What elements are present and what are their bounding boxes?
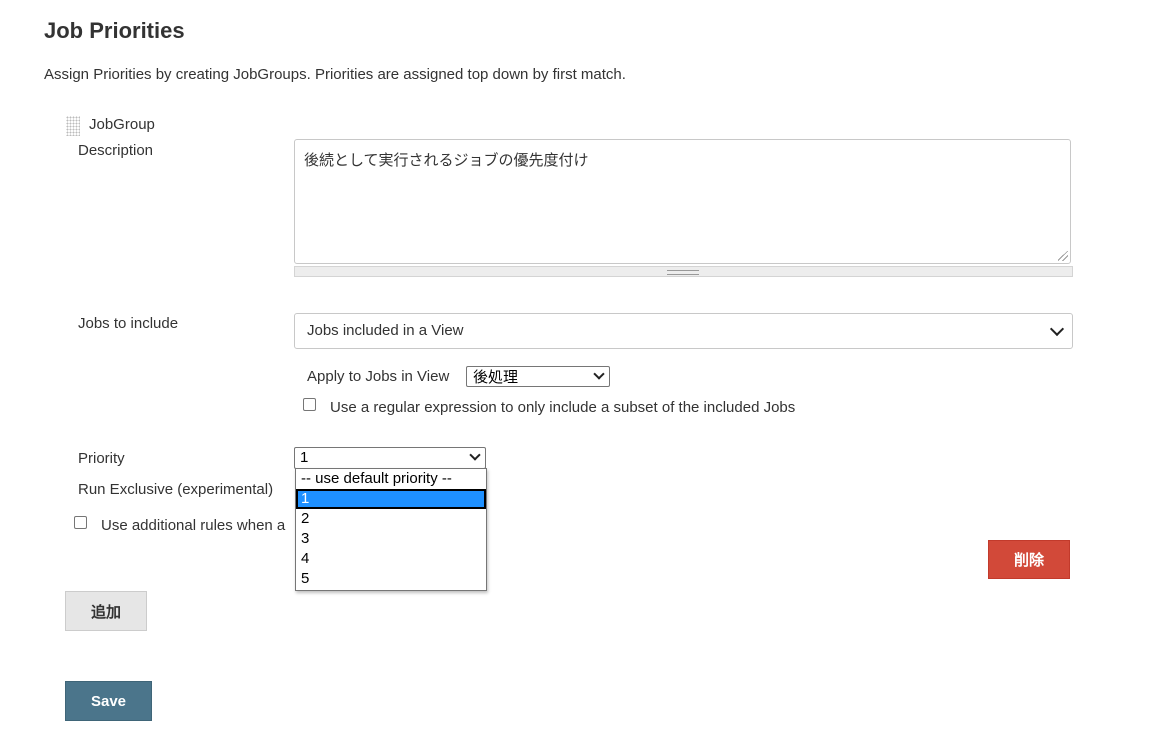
description-label: Description [78,142,154,159]
page-title: Job Priorities [44,18,185,43]
jobs-to-include-select[interactable]: Jobs included in a View [294,313,1073,349]
grip-lines-icon [667,270,699,275]
regex-checkbox[interactable] [303,398,316,411]
description-preview-bar[interactable] [294,266,1073,277]
run-exclusive-label: Run Exclusive (experimental) [78,481,274,498]
jobgroup-label: JobGroup [89,116,155,133]
page-subtitle: Assign Priorities by creating JobGroups.… [44,66,626,83]
priority-select[interactable]: 1 [294,447,486,469]
priority-option-selected[interactable]: 1 [296,489,486,509]
add-button[interactable]: 追加 [65,591,147,631]
drag-handle-icon[interactable] [66,116,80,136]
delete-button[interactable]: 削除 [988,540,1070,579]
priority-option[interactable]: 3 [296,529,486,549]
chevron-down-icon [469,449,481,461]
additional-rules-checkbox[interactable] [74,516,87,529]
regex-checkbox-label: Use a regular expression to only include… [330,399,796,416]
priority-label: Priority [78,450,125,467]
chevron-down-icon [593,368,605,380]
priority-option[interactable]: 4 [296,549,486,569]
view-select[interactable]: 後処理 [466,366,610,387]
priority-option[interactable]: 5 [296,569,486,589]
description-textarea[interactable]: 後続として実行されるジョブの優先度付け [294,139,1071,264]
priority-option[interactable]: 2 [296,509,486,529]
jobs-to-include-value: Jobs included in a View [307,322,464,339]
priority-option[interactable]: -- use default priority -- [296,469,486,489]
resize-grip-icon[interactable] [1058,251,1068,261]
description-text: 後続として実行されるジョブの優先度付け [304,151,589,169]
chevron-down-icon [1049,321,1065,337]
priority-dropdown-list[interactable]: -- use default priority -- 1 2 3 4 5 [295,468,487,591]
additional-rules-label: Use additional rules when a [101,517,286,534]
view-select-value: 後処理 [473,368,519,386]
jobs-to-include-label: Jobs to include [78,315,179,332]
priority-select-value: 1 [300,449,309,466]
apply-to-view-label: Apply to Jobs in View [307,368,450,385]
save-button[interactable]: Save [65,681,152,721]
